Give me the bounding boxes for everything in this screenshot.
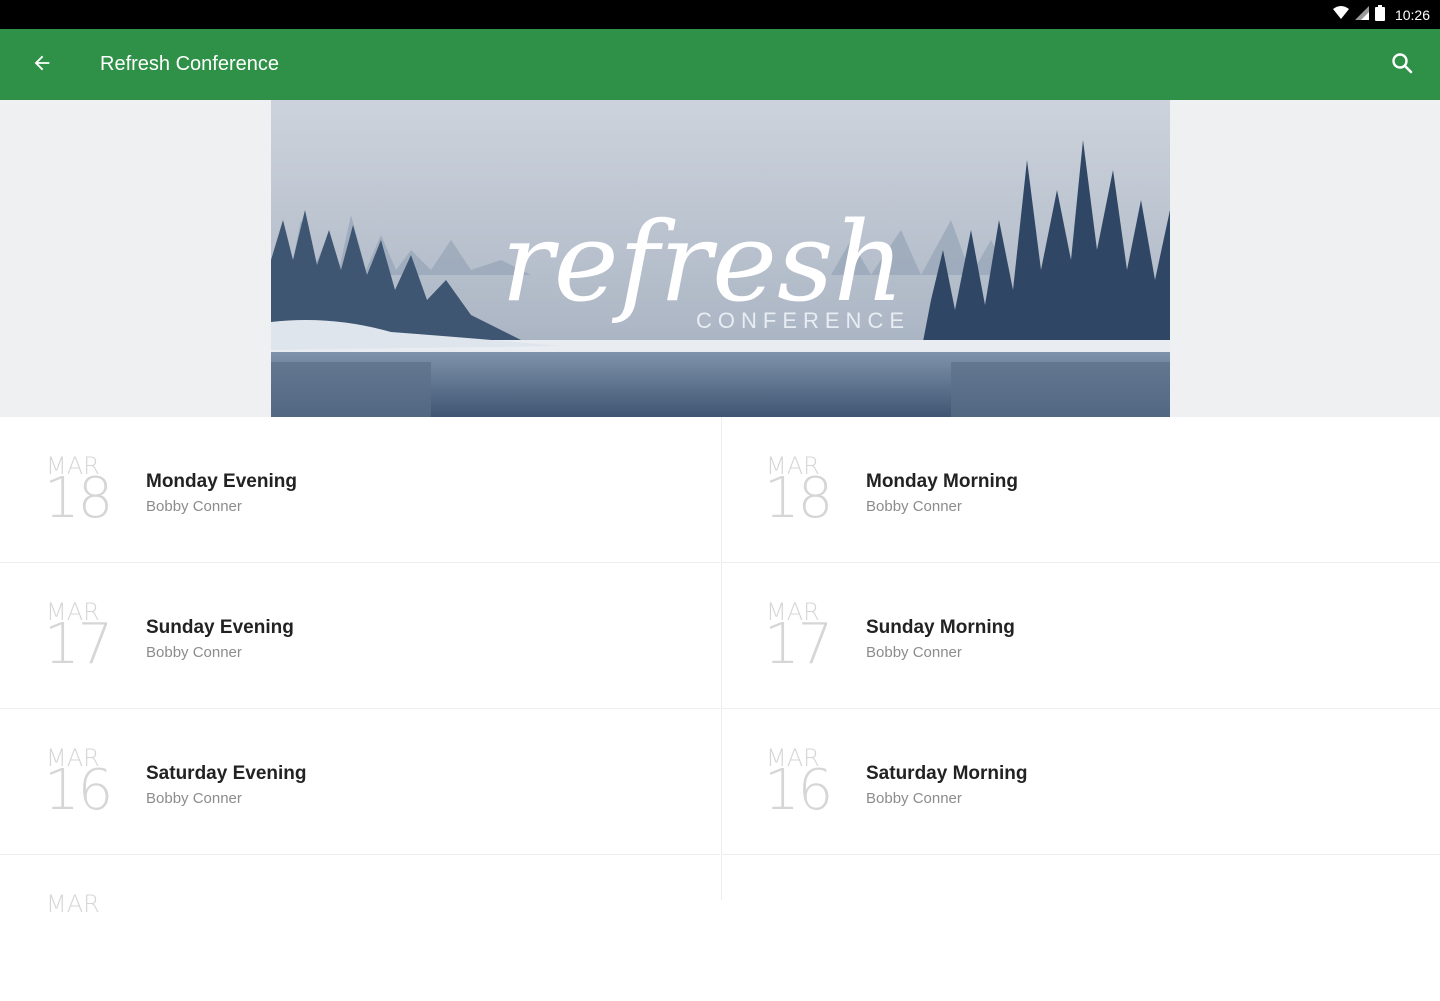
session-speaker: Bobby Conner: [866, 498, 962, 515]
search-button[interactable]: [1386, 49, 1418, 81]
wifi-icon: [1332, 5, 1349, 25]
status-time: 10:26: [1394, 7, 1430, 23]
conference-banner: refresh CONFERENCE: [271, 100, 1170, 417]
row-divider: [721, 708, 1440, 709]
session-item[interactable]: MAR 16 Saturday Morning Bobby Conner: [0, 709, 1440, 855]
session-title: Sunday Morning: [866, 617, 1015, 638]
status-bar: 10:26: [0, 0, 1440, 29]
banner-area: refresh CONFERENCE: [0, 100, 1440, 417]
session-date-month: MAR: [46, 890, 100, 918]
session-title: Saturday Morning: [866, 763, 1028, 784]
page-title: Refresh Conference: [100, 53, 279, 75]
session-date-day: 17: [764, 612, 833, 677]
session-title: Monday Morning: [866, 471, 1018, 492]
banner-sub-text: CONFERENCE: [696, 308, 910, 333]
session-date-day: 16: [764, 758, 833, 823]
back-button[interactable]: [26, 49, 58, 81]
sessions-grid: MAR 18 Monday Evening Bobby Conner MAR 1…: [0, 417, 1440, 918]
search-icon: [1390, 51, 1414, 80]
arrow-left-icon: [31, 52, 53, 79]
session-speaker: Bobby Conner: [866, 790, 962, 807]
session-item[interactable]: MAR 17 Sunday Morning Bobby Conner: [0, 563, 1440, 709]
session-item[interactable]: MAR: [0, 855, 720, 1001]
banner-script-text: refresh: [501, 198, 904, 326]
row-divider: [721, 854, 1440, 855]
battery-icon: [1374, 4, 1385, 26]
status-icons: 10:26: [1332, 4, 1430, 26]
app-bar: Refresh Conference: [0, 29, 1440, 100]
row-divider: [721, 562, 1440, 563]
signal-icon: [1354, 5, 1369, 25]
session-item[interactable]: MAR 18 Monday Morning Bobby Conner: [0, 417, 1440, 563]
session-speaker: Bobby Conner: [866, 644, 962, 661]
session-date-day: 18: [764, 466, 833, 531]
